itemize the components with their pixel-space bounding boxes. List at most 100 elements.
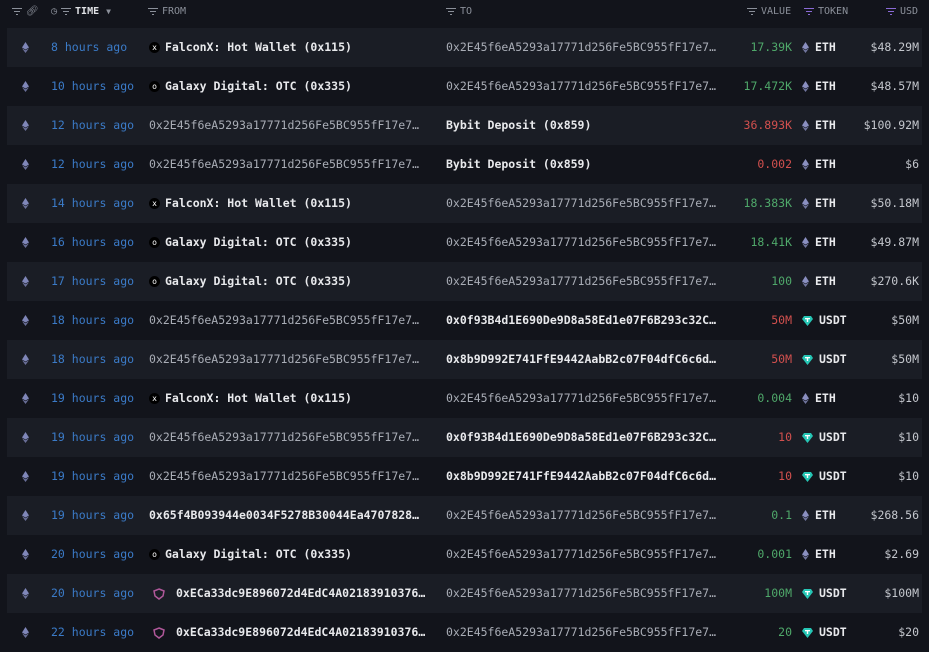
token[interactable]: ETH xyxy=(802,223,836,262)
to-entity[interactable]: 0x2E45f6eA5293a17771d256Fe5BC955fF17e7… xyxy=(446,262,716,301)
token[interactable]: USDT xyxy=(802,574,847,613)
to-entity[interactable]: 0x2E45f6eA5293a17771d256Fe5BC955fF17e7… xyxy=(446,28,716,67)
from-entity[interactable]: 0x2E45f6eA5293a17771d256Fe5BC955fF17e7… xyxy=(149,106,419,145)
time-link[interactable]: 22 hours ago xyxy=(51,613,134,652)
filter-icon[interactable] xyxy=(886,7,896,16)
table-row[interactable]: 10 hours ago o Galaxy Digital: OTC (0x335… xyxy=(7,67,922,106)
table-row[interactable]: 12 hours ago 0x2E45f6eA5293a17771d256Fe5… xyxy=(7,106,922,145)
time-link[interactable]: 14 hours ago xyxy=(51,184,134,223)
to-entity[interactable]: 0x2E45f6eA5293a17771d256Fe5BC955fF17e7… xyxy=(446,613,716,652)
token[interactable]: ETH xyxy=(802,28,836,67)
from-label[interactable]: FalconX: Hot Wallet (0x115) xyxy=(165,379,352,418)
table-row[interactable]: 8 hours ago x FalconX: Hot Wallet (0x115)… xyxy=(7,28,922,67)
to-entity[interactable]: Bybit Deposit (0x859) xyxy=(446,145,591,184)
from-label[interactable]: Galaxy Digital: OTC (0x335) xyxy=(165,535,352,574)
time-link[interactable]: 20 hours ago xyxy=(51,574,134,613)
from-label[interactable]: 0x2E45f6eA5293a17771d256Fe5BC955fF17e7… xyxy=(149,145,419,184)
from-entity[interactable]: x FalconX: Hot Wallet (0x115) xyxy=(149,184,352,223)
to-entity[interactable]: 0x0f93B4d1E690De9D8a58Ed1e07F6B293c32C… xyxy=(446,418,716,457)
to-entity[interactable]: 0x2E45f6eA5293a17771d256Fe5BC955fF17e7… xyxy=(446,496,716,535)
table-row[interactable]: 16 hours ago o Galaxy Digital: OTC (0x335… xyxy=(7,223,922,262)
time-link[interactable]: 18 hours ago xyxy=(51,340,134,379)
from-label[interactable]: 0x2E45f6eA5293a17771d256Fe5BC955fF17e7… xyxy=(149,418,419,457)
to-entity[interactable]: 0x2E45f6eA5293a17771d256Fe5BC955fF17e7… xyxy=(446,223,716,262)
to-entity[interactable]: 0x0f93B4d1E690De9D8a58Ed1e07F6B293c32C… xyxy=(446,301,716,340)
filter-icon[interactable] xyxy=(446,7,456,16)
from-label[interactable]: 0x2E45f6eA5293a17771d256Fe5BC955fF17e7… xyxy=(149,457,419,496)
from-entity[interactable]: 0x2E45f6eA5293a17771d256Fe5BC955fF17e7… xyxy=(149,418,419,457)
chain-filter[interactable]: 🔗︎ xyxy=(12,6,39,17)
time-link[interactable]: 12 hours ago xyxy=(51,145,134,184)
from-label[interactable]: Galaxy Digital: OTC (0x335) xyxy=(165,262,352,301)
filter-icon[interactable] xyxy=(804,7,814,16)
table-row[interactable]: 19 hours ago 0x65f4B093944e0034F5278B300… xyxy=(7,496,922,535)
to-entity[interactable]: 0x2E45f6eA5293a17771d256Fe5BC955fF17e7… xyxy=(446,67,716,106)
table-row[interactable]: 19 hours ago x FalconX: Hot Wallet (0x115… xyxy=(7,379,922,418)
from-entity[interactable]: 0x2E45f6eA5293a17771d256Fe5BC955fF17e7… xyxy=(149,457,419,496)
from-label[interactable]: FalconX: Hot Wallet (0x115) xyxy=(165,28,352,67)
link-icon[interactable]: 🔗︎ xyxy=(26,6,39,17)
to-entity[interactable]: 0x2E45f6eA5293a17771d256Fe5BC955fF17e7… xyxy=(446,379,716,418)
to-entity[interactable]: 0x2E45f6eA5293a17771d256Fe5BC955fF17e7… xyxy=(446,184,716,223)
time-link[interactable]: 16 hours ago xyxy=(51,223,134,262)
token[interactable]: ETH xyxy=(802,145,836,184)
token[interactable]: ETH xyxy=(802,496,836,535)
usd-column-header[interactable]: USD xyxy=(886,6,918,17)
token[interactable]: ETH xyxy=(802,262,836,301)
token[interactable]: USDT xyxy=(802,340,847,379)
table-row[interactable]: 18 hours ago 0x2E45f6eA5293a17771d256Fe5… xyxy=(7,340,922,379)
from-entity[interactable]: o Galaxy Digital: OTC (0x335) xyxy=(149,262,352,301)
time-link[interactable]: 19 hours ago xyxy=(51,379,134,418)
from-entity[interactable]: o Galaxy Digital: OTC (0x335) xyxy=(149,67,352,106)
from-entity[interactable]: x FalconX: Hot Wallet (0x115) xyxy=(149,379,352,418)
from-entity[interactable]: o Galaxy Digital: OTC (0x335) xyxy=(149,535,352,574)
time-column-header[interactable]: ◷ TIME ▼ xyxy=(51,6,111,17)
to-entity[interactable]: Bybit Deposit (0x859) xyxy=(446,106,591,145)
filter-icon[interactable] xyxy=(148,7,158,16)
time-link[interactable]: 10 hours ago xyxy=(51,67,134,106)
to-entity[interactable]: 0x8b9D992E741FfE9442AabB2c07F04dfC6c6d… xyxy=(446,340,716,379)
to-entity[interactable]: 0x2E45f6eA5293a17771d256Fe5BC955fF17e7… xyxy=(446,574,716,613)
table-row[interactable]: 22 hours ago 0xECa33dc9E896072d4EdC4A021… xyxy=(7,613,922,652)
from-label[interactable]: 0x2E45f6eA5293a17771d256Fe5BC955fF17e7… xyxy=(149,106,419,145)
sort-desc-icon[interactable]: ▼ xyxy=(106,7,111,16)
time-link[interactable]: 20 hours ago xyxy=(51,535,134,574)
from-column-header[interactable]: FROM xyxy=(148,6,186,17)
table-row[interactable]: 19 hours ago 0x2E45f6eA5293a17771d256Fe5… xyxy=(7,418,922,457)
from-label[interactable]: 0x2E45f6eA5293a17771d256Fe5BC955fF17e7… xyxy=(149,301,419,340)
from-entity[interactable]: 0x2E45f6eA5293a17771d256Fe5BC955fF17e7… xyxy=(149,301,419,340)
filter-icon[interactable] xyxy=(12,7,22,16)
time-link[interactable]: 17 hours ago xyxy=(51,262,134,301)
from-label[interactable]: 0x65f4B093944e0034F5278B30044Ea4707828… xyxy=(149,496,419,535)
table-row[interactable]: 18 hours ago 0x2E45f6eA5293a17771d256Fe5… xyxy=(7,301,922,340)
from-entity[interactable]: 0x2E45f6eA5293a17771d256Fe5BC955fF17e7… xyxy=(149,145,419,184)
from-entity[interactable]: 0x2E45f6eA5293a17771d256Fe5BC955fF17e7… xyxy=(149,340,419,379)
from-entity[interactable]: 0xECa33dc9E896072d4EdC4A02183910376… xyxy=(149,613,425,652)
table-row[interactable]: 12 hours ago 0x2E45f6eA5293a17771d256Fe5… xyxy=(7,145,922,184)
token[interactable]: ETH xyxy=(802,106,836,145)
time-link[interactable]: 19 hours ago xyxy=(51,496,134,535)
value-column-header[interactable]: VALUE xyxy=(747,6,791,17)
time-link[interactable]: 8 hours ago xyxy=(51,28,127,67)
from-label[interactable]: 0x2E45f6eA5293a17771d256Fe5BC955fF17e7… xyxy=(149,340,419,379)
table-row[interactable]: 17 hours ago o Galaxy Digital: OTC (0x335… xyxy=(7,262,922,301)
filter-icon[interactable] xyxy=(747,7,757,16)
from-label[interactable]: 0xECa33dc9E896072d4EdC4A02183910376… xyxy=(176,574,425,613)
time-link[interactable]: 19 hours ago xyxy=(51,457,134,496)
time-link[interactable]: 19 hours ago xyxy=(51,418,134,457)
time-link[interactable]: 18 hours ago xyxy=(51,301,134,340)
token[interactable]: USDT xyxy=(802,457,847,496)
table-row[interactable]: 20 hours ago o Galaxy Digital: OTC (0x335… xyxy=(7,535,922,574)
from-label[interactable]: FalconX: Hot Wallet (0x115) xyxy=(165,184,352,223)
filter-icon[interactable] xyxy=(61,7,72,16)
token[interactable]: ETH xyxy=(802,535,836,574)
from-entity[interactable]: o Galaxy Digital: OTC (0x335) xyxy=(149,223,352,262)
to-entity[interactable]: 0x8b9D992E741FfE9442AabB2c07F04dfC6c6d… xyxy=(446,457,716,496)
table-row[interactable]: 20 hours ago 0xECa33dc9E896072d4EdC4A021… xyxy=(7,574,922,613)
token[interactable]: ETH xyxy=(802,379,836,418)
to-column-header[interactable]: TO xyxy=(446,6,472,17)
token[interactable]: USDT xyxy=(802,418,847,457)
time-link[interactable]: 12 hours ago xyxy=(51,106,134,145)
token[interactable]: USDT xyxy=(802,613,847,652)
token[interactable]: ETH xyxy=(802,184,836,223)
